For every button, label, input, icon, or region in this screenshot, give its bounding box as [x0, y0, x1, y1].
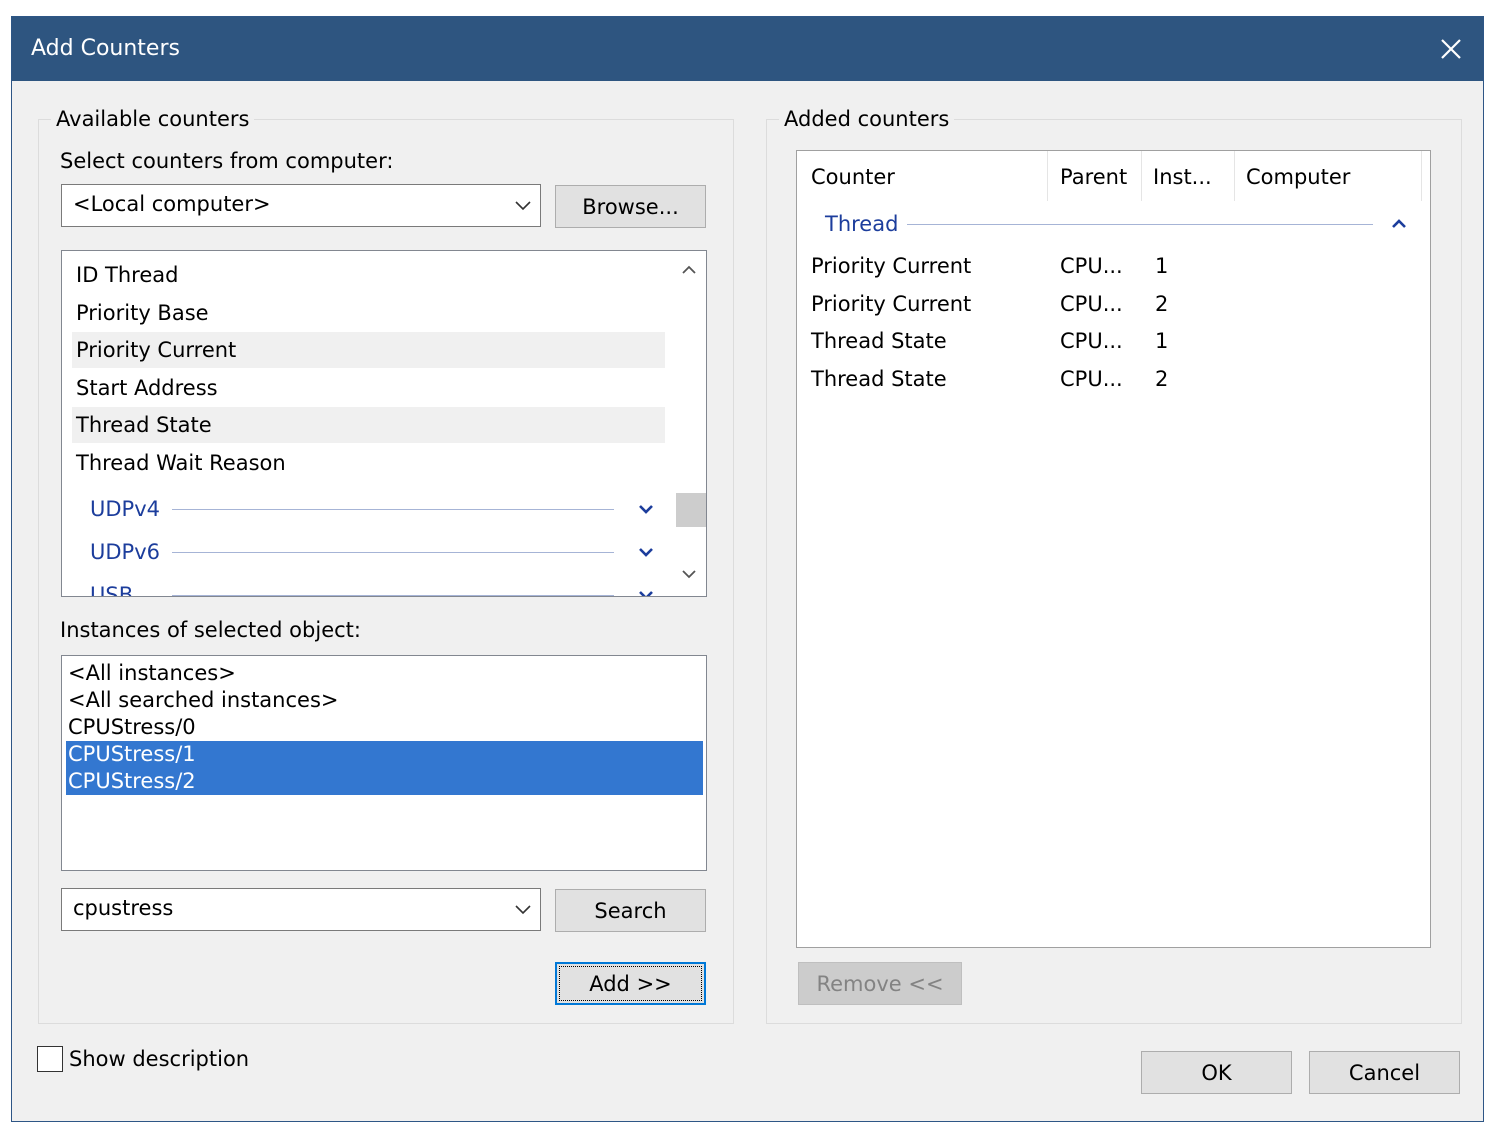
- add-button[interactable]: Add >>: [555, 962, 706, 1005]
- search-input[interactable]: cpustress: [61, 888, 541, 931]
- computer-select[interactable]: <Local computer>: [61, 184, 541, 227]
- cancel-button[interactable]: Cancel: [1309, 1051, 1460, 1094]
- object-group-label: UDPv6: [90, 540, 160, 564]
- dialog-title: Add Counters: [31, 36, 180, 61]
- table-cell-parent: CPU...: [1060, 291, 1123, 316]
- available-counters-legend: Available counters: [51, 107, 255, 131]
- counter-list-item[interactable]: Thread State: [72, 407, 665, 443]
- instance-list-item[interactable]: CPUStress/2: [66, 768, 703, 795]
- search-button[interactable]: Search: [555, 889, 706, 932]
- table-cell-counter: Priority Current: [811, 291, 972, 316]
- object-group-label: UDPv4: [90, 497, 160, 521]
- counter-list-item[interactable]: Priority Current: [72, 332, 665, 368]
- table-cell-instance: 1: [1155, 329, 1169, 353]
- close-button[interactable]: [1419, 17, 1483, 81]
- chevron-down-icon: [515, 905, 531, 915]
- scrollbar-thumb[interactable]: [676, 493, 706, 527]
- browse-button[interactable]: Browse...: [555, 185, 706, 228]
- chevron-up-icon[interactable]: [1391, 217, 1407, 231]
- table-cell-instance: 1: [1155, 254, 1169, 278]
- scroll-up-icon[interactable]: [681, 263, 697, 277]
- chevron-down-icon[interactable]: [638, 545, 654, 559]
- instance-list-item[interactable]: CPUStress/1: [66, 741, 703, 768]
- ok-button[interactable]: OK: [1141, 1051, 1292, 1094]
- object-group-header[interactable]: UDPv6: [90, 534, 653, 570]
- instances-label: Instances of selected object:: [60, 618, 361, 642]
- chevron-down-icon[interactable]: [638, 502, 654, 516]
- computer-select-label: Select counters from computer:: [60, 149, 394, 173]
- counter-list-item[interactable]: ID Thread: [72, 257, 665, 293]
- counters-list[interactable]: ID Thread Priority Base Priority Current St…: [61, 250, 707, 597]
- table-header: Counter Parent Inst... Computer: [797, 151, 1430, 207]
- remove-button-label: Remove <<: [816, 971, 944, 996]
- computer-select-value: <Local computer>: [73, 192, 271, 216]
- added-counters-table[interactable]: Counter Parent Inst... Computer Thread P…: [796, 150, 1431, 948]
- table-cell-counter: Thread State: [811, 366, 947, 391]
- counters-scrollbar[interactable]: [670, 251, 706, 596]
- counter-list-item[interactable]: Start Address: [72, 370, 665, 406]
- cancel-button-label: Cancel: [1348, 1060, 1421, 1085]
- remove-button[interactable]: Remove <<: [798, 962, 962, 1005]
- object-group-divider: [172, 595, 614, 596]
- column-separator[interactable]: [1141, 151, 1142, 201]
- counter-list-item[interactable]: Thread Wait Reason: [72, 445, 665, 481]
- chevron-down-icon[interactable]: [638, 588, 654, 597]
- show-description-label[interactable]: Show description: [69, 1047, 249, 1071]
- counter-list-item[interactable]: Priority Base: [72, 295, 665, 331]
- add-counters-dialog: Add Counters Available counters Select c…: [11, 16, 1484, 1122]
- group-header-divider: [907, 224, 1373, 225]
- search-input-value: cpustress: [73, 896, 174, 920]
- column-header-computer[interactable]: Computer: [1246, 165, 1350, 189]
- column-separator[interactable]: [1421, 151, 1422, 201]
- table-cell-instance: 2: [1155, 291, 1169, 316]
- instance-list-item[interactable]: <All instances>: [66, 660, 703, 687]
- instances-list[interactable]: <All instances> <All searched instances> C…: [61, 655, 707, 871]
- browse-button-label: Browse...: [582, 194, 679, 219]
- table-cell-counter: Thread State: [811, 329, 947, 353]
- table-cell-counter: Priority Current: [811, 254, 972, 278]
- focus-rectangle: [559, 966, 702, 1001]
- table-cell-instance: 2: [1155, 366, 1169, 391]
- ok-button-label: OK: [1201, 1060, 1232, 1085]
- column-header-counter[interactable]: Counter: [811, 165, 895, 189]
- object-group-label: USB: [90, 583, 134, 597]
- table-row[interactable]: Priority Current CPU... 1: [797, 251, 1417, 281]
- show-description-checkbox[interactable]: [37, 1046, 63, 1072]
- table-cell-parent: CPU...: [1060, 366, 1123, 391]
- column-separator[interactable]: [1047, 151, 1048, 201]
- column-header-parent[interactable]: Parent: [1060, 165, 1127, 189]
- added-counters-legend: Added counters: [779, 107, 955, 131]
- table-row[interactable]: Thread State CPU... 2: [797, 364, 1417, 394]
- table-row[interactable]: Priority Current CPU... 2: [797, 289, 1417, 319]
- table-cell-parent: CPU...: [1060, 254, 1123, 278]
- object-group-divider: [172, 509, 614, 510]
- column-header-instance[interactable]: Inst...: [1153, 165, 1212, 189]
- column-separator[interactable]: [1234, 151, 1235, 201]
- title-bar: Add Counters: [12, 17, 1483, 81]
- added-group-header-thread[interactable]: Thread: [825, 206, 1406, 242]
- close-icon: [1441, 39, 1461, 59]
- object-group-header[interactable]: USB: [90, 577, 653, 597]
- scroll-down-icon[interactable]: [681, 567, 697, 581]
- instance-list-item[interactable]: <All searched instances>: [66, 687, 703, 714]
- group-header-label: Thread: [825, 212, 899, 236]
- object-group-divider: [172, 552, 614, 553]
- search-button-label: Search: [594, 898, 667, 923]
- object-group-header[interactable]: UDPv4: [90, 491, 653, 527]
- chevron-down-icon: [515, 201, 531, 211]
- table-cell-parent: CPU...: [1060, 329, 1123, 353]
- table-row[interactable]: Thread State CPU... 1: [797, 326, 1417, 356]
- instance-list-item[interactable]: CPUStress/0: [66, 714, 703, 741]
